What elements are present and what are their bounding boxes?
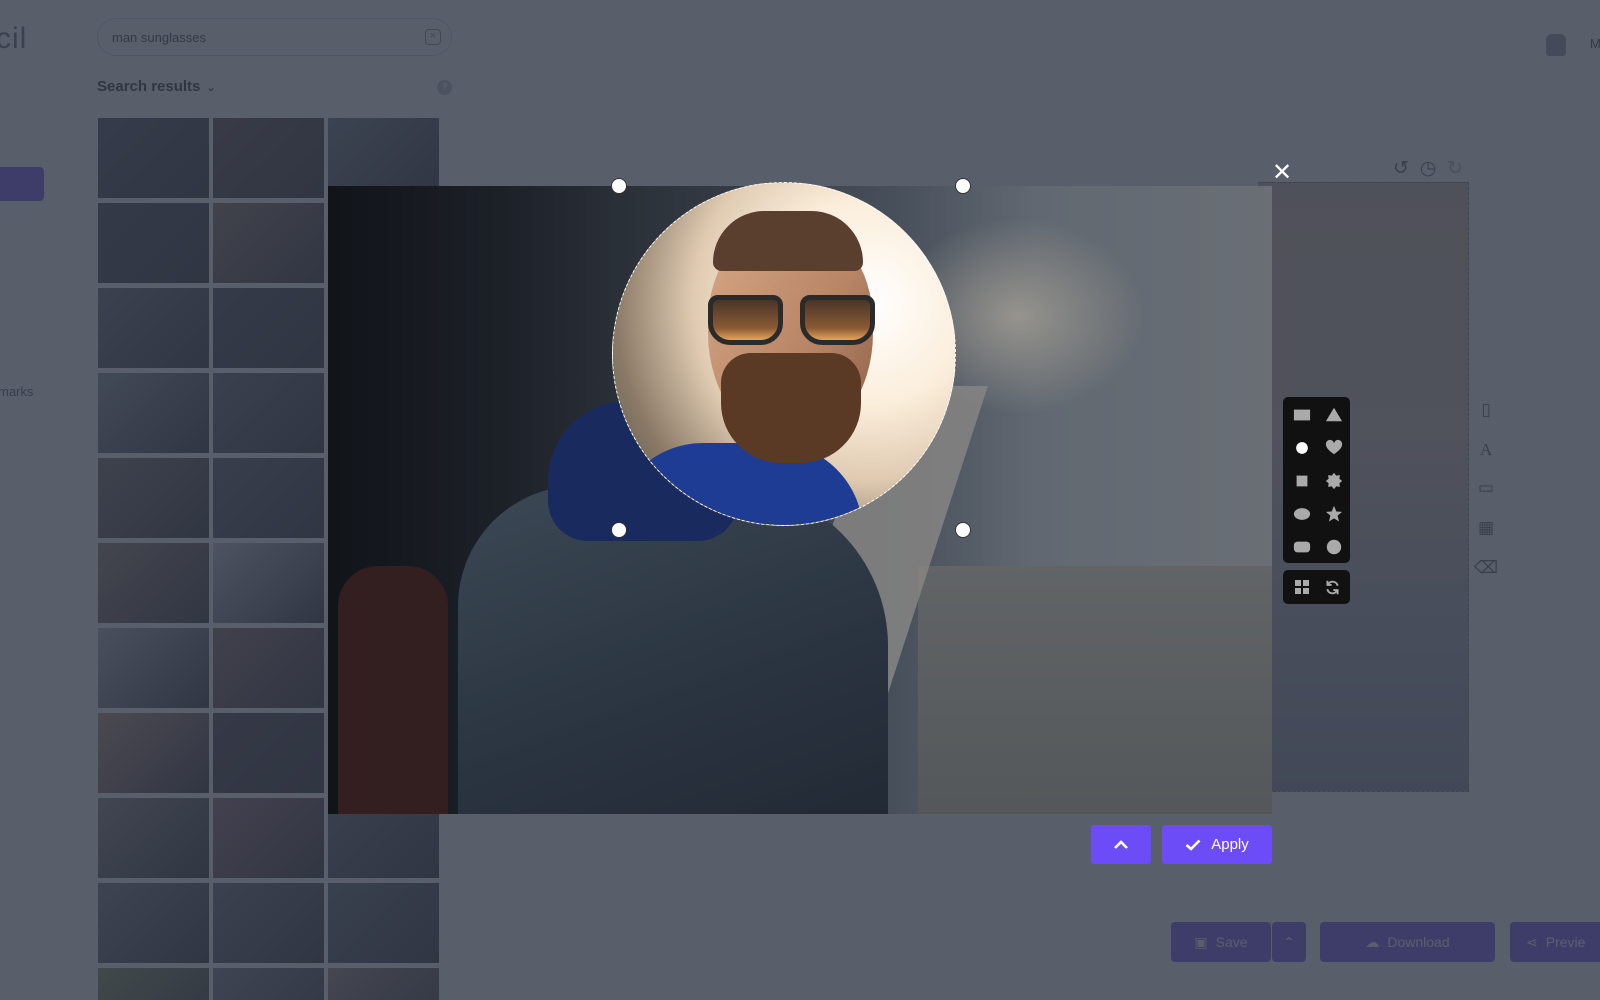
page-icon[interactable]: ▯: [1474, 398, 1498, 422]
result-thumbnail[interactable]: [213, 458, 324, 538]
circle-icon: [1296, 442, 1308, 454]
left-navigation: cil marks: [0, 0, 75, 1000]
refresh-icon[interactable]: [1317, 572, 1347, 602]
share-icon: ⋖: [1526, 933, 1538, 950]
user-avatar[interactable]: [1546, 34, 1566, 56]
cloud-download-icon: ☁: [1365, 933, 1380, 950]
shape-badge-button[interactable]: [1319, 466, 1349, 496]
save-button[interactable]: ▣ Save: [1171, 922, 1271, 962]
redo-icon[interactable]: ↻: [1444, 158, 1466, 180]
crop-circle-selection[interactable]: [612, 182, 956, 526]
result-thumbnail[interactable]: [98, 713, 209, 793]
user-name[interactable]: M: [1590, 36, 1600, 51]
preview-button[interactable]: ⋖ Previe: [1510, 922, 1600, 962]
result-thumbnail[interactable]: [328, 968, 439, 1000]
close-icon[interactable]: ✕: [1271, 161, 1293, 185]
crop-handle-top-right[interactable]: [955, 178, 971, 194]
result-thumbnail[interactable]: [213, 713, 324, 793]
result-thumbnail[interactable]: [98, 883, 209, 963]
shape-heart-button[interactable]: [1319, 433, 1349, 463]
check-icon: [1185, 839, 1201, 851]
collapse-button[interactable]: [1091, 825, 1151, 864]
help-icon[interactable]: ?: [437, 80, 452, 95]
heart-icon: [1325, 439, 1343, 455]
trash-icon[interactable]: ⌫: [1474, 556, 1498, 580]
result-thumbnail[interactable]: [213, 203, 324, 283]
download-button[interactable]: ☁ Download: [1320, 922, 1495, 962]
result-thumbnail[interactable]: [98, 288, 209, 368]
rectangle-icon: [1293, 409, 1311, 421]
search-input[interactable]: man sunglasses ×: [97, 18, 452, 56]
chevron-up-icon: [1114, 839, 1128, 849]
nav-active-item[interactable]: [0, 167, 44, 201]
result-thumbnail[interactable]: [98, 203, 209, 283]
floppy-icon: ▣: [1194, 933, 1208, 950]
triangle-icon: [1325, 407, 1343, 422]
shape-star-button[interactable]: [1319, 499, 1349, 529]
app-logo: cil: [0, 22, 28, 55]
nav-item-label[interactable]: marks: [0, 384, 33, 399]
crop-shape-panel: [1283, 397, 1350, 563]
save-options-button[interactable]: ⌃: [1272, 922, 1306, 962]
photo-region: [800, 295, 875, 345]
result-thumbnail[interactable]: [98, 968, 209, 1000]
search-value: man sunglasses: [112, 30, 206, 45]
result-thumbnail[interactable]: [98, 628, 209, 708]
crop-handle-bottom-left[interactable]: [611, 522, 627, 538]
shape-circle-button[interactable]: [1287, 433, 1317, 463]
square-icon: [1296, 475, 1308, 487]
crop-utility-panel: [1283, 570, 1350, 604]
rounded-rectangle-icon: [1293, 541, 1311, 553]
text-icon[interactable]: A: [1474, 438, 1498, 462]
history-icon[interactable]: ◷: [1417, 158, 1439, 180]
shape-square-button[interactable]: [1287, 466, 1317, 496]
result-thumbnail[interactable]: [328, 883, 439, 963]
result-thumbnail[interactable]: [213, 118, 324, 198]
save-label: Save: [1215, 934, 1248, 950]
shape-ellipse-button[interactable]: [1287, 499, 1317, 529]
window-icon[interactable]: ▭: [1474, 476, 1498, 500]
crop-handle-top-left[interactable]: [611, 178, 627, 194]
result-thumbnail[interactable]: [213, 373, 324, 453]
shape-triangle-button[interactable]: [1319, 400, 1349, 430]
result-thumbnail[interactable]: [213, 288, 324, 368]
preview-label: Previe: [1545, 934, 1586, 950]
result-thumbnail[interactable]: [98, 543, 209, 623]
result-thumbnail[interactable]: [213, 798, 324, 878]
shape-octagon-button[interactable]: [1319, 532, 1349, 562]
result-thumbnail[interactable]: [98, 798, 209, 878]
badge-icon: [1325, 472, 1343, 490]
grid-icon[interactable]: [1287, 572, 1317, 602]
photo-region: [708, 295, 783, 345]
octagon-icon: [1326, 539, 1342, 555]
results-title: Search results: [97, 78, 201, 95]
crop-handle-bottom-right[interactable]: [955, 522, 971, 538]
chevron-up-icon: ⌃: [1283, 933, 1295, 950]
ellipse-icon: [1293, 508, 1311, 520]
result-thumbnail[interactable]: [213, 543, 324, 623]
result-thumbnail[interactable]: [213, 883, 324, 963]
result-thumbnail[interactable]: [213, 968, 324, 1000]
shape-rounded-rectangle-button[interactable]: [1287, 532, 1317, 562]
apply-label: Apply: [1211, 836, 1249, 853]
star-icon: [1325, 505, 1343, 522]
photo-region: [708, 295, 918, 347]
download-label: Download: [1387, 934, 1450, 950]
undo-icon[interactable]: ↺: [1390, 158, 1412, 180]
search-results-heading[interactable]: Search results ⌄: [97, 78, 216, 95]
apply-button[interactable]: Apply: [1162, 825, 1272, 864]
result-thumbnail[interactable]: [98, 458, 209, 538]
photo-region: [713, 211, 863, 271]
shape-rectangle-button[interactable]: [1287, 400, 1317, 430]
clear-icon[interactable]: ×: [425, 29, 441, 45]
chevron-down-icon: ⌄: [206, 82, 216, 94]
result-thumbnail[interactable]: [98, 373, 209, 453]
grid-icon[interactable]: ▦: [1474, 516, 1498, 540]
result-thumbnail[interactable]: [213, 628, 324, 708]
photo-region: [721, 353, 861, 463]
result-thumbnail[interactable]: [98, 118, 209, 198]
